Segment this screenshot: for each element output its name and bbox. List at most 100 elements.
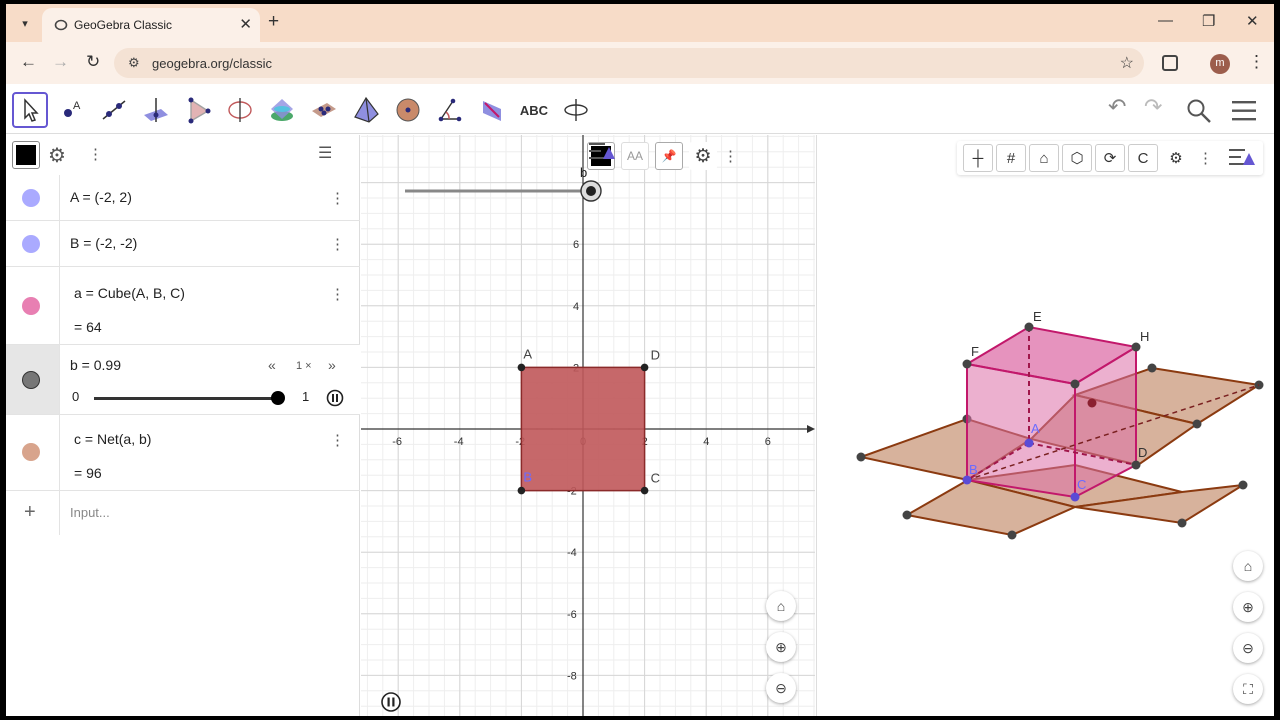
net-vertex [1007,530,1017,540]
perpendicular-tool-icon[interactable] [138,92,174,128]
settings-gear-icon[interactable]: ⚙ [48,143,66,168]
color-picker-button[interactable] [12,141,40,169]
reflect-plane-tool-icon[interactable] [474,92,510,128]
algebra-description-icon[interactable]: ☰ [318,143,332,163]
browser-menu-icon[interactable]: ⋮ [1248,52,1265,72]
window-close-icon[interactable]: ✕ [1246,12,1259,30]
slider-handle[interactable] [271,391,286,405]
clipping-icon[interactable]: C [1128,144,1158,172]
graphics-3d-view[interactable]: E F H A B C D ┼ # ⌂ ⬡ ⟳ C ⚙ ⋮ ⌂ ⊕ ⊖ ⛶ [816,135,1274,716]
tab-search-button[interactable]: ▾ [14,12,36,34]
row-menu-icon[interactable]: ⋮ [330,431,345,449]
cube-base-vertex [1024,438,1034,448]
algebra-row-cube[interactable]: a = Cube(A, B, C) = 64 ⋮ [6,267,360,345]
algebra-expression[interactable]: B = (-2, -2) [70,235,137,251]
close-tab-icon[interactable]: ✕ [239,15,252,33]
browser-tab[interactable]: GeoGebra Classic ✕ [42,8,260,42]
more-options-icon[interactable]: ⋮ [88,145,103,163]
zoom-out-icon[interactable]: ⊖ [1233,633,1263,663]
algebra-input[interactable]: Input... [70,505,110,520]
pause-animation-icon[interactable] [380,691,402,713]
redo-icon[interactable]: ↷ [1144,94,1162,120]
home-view-icon[interactable]: ⌂ [766,591,796,621]
forward-icon[interactable]: → [52,52,69,72]
pause-icon[interactable] [326,389,348,411]
extensions-icon[interactable] [1162,55,1178,71]
y-tick-label: -8 [567,670,577,682]
pin-icon[interactable]: 📌 [655,142,683,170]
row-menu-icon[interactable]: ⋮ [330,189,345,207]
minimize-icon[interactable]: — [1158,12,1173,29]
plane-tool-icon[interactable] [306,92,342,128]
zoom-in-icon[interactable]: ⊕ [1233,592,1263,622]
new-tab-icon[interactable]: + [268,11,279,33]
undo-icon[interactable]: ↶ [1108,94,1126,120]
grid-toggle-icon[interactable]: # [996,144,1026,172]
algebra-expression[interactable]: b = 0.99 [70,357,121,373]
algebra-row-A[interactable]: A = (-2, 2) ⋮ [6,175,360,221]
slow-down-icon[interactable]: « [268,357,276,373]
hamburger-menu-icon[interactable] [1231,100,1257,122]
intersect-surfaces-tool-icon[interactable] [264,92,300,128]
visibility-toggle[interactable] [22,235,40,253]
slider-min: 0 [72,389,80,404]
more-options-icon[interactable]: ⋮ [723,147,738,165]
angle-tool-icon[interactable] [432,92,468,128]
text-tool-icon[interactable]: ABC [516,92,552,128]
algebra-row-B[interactable]: B = (-2, -2) ⋮ [6,221,360,267]
fullscreen-icon[interactable]: ⛶ [1233,674,1263,704]
visibility-toggle[interactable] [22,443,40,461]
speed-up-icon[interactable]: » [328,357,336,373]
style-bar-toggle-icon[interactable] [587,141,617,163]
algebra-input-row[interactable]: + Input... [6,491,360,535]
url-field[interactable]: ⚙ geogebra.org/classic ☆ [114,48,1144,78]
algebra-expression[interactable]: A = (-2, 2) [70,189,132,205]
settings-gear-icon[interactable]: ⚙ [689,142,717,170]
restore-icon[interactable]: ❐ [1202,12,1215,30]
search-icon[interactable] [1186,98,1212,124]
zoom-in-icon[interactable]: ⊕ [766,632,796,662]
algebra-row-slider[interactable]: b = 0.99 « 1 × » 0 1 [6,345,360,415]
add-icon[interactable]: + [24,501,36,524]
algebra-expression[interactable]: a = Cube(A, B, C) [74,285,185,301]
bookmark-star-icon[interactable]: ☆ [1120,53,1134,73]
row-menu-icon[interactable]: ⋮ [330,285,345,303]
visibility-toggle[interactable] [22,297,40,315]
point-tool-icon[interactable]: A [54,92,90,128]
algebra-row-net[interactable]: c = Net(a, b) = 96 ⋮ [6,415,360,491]
graphics-view[interactable]: -6-4-20246642-2-4-6-8ABCDb AA 📌 ⚙ ⋮ ⌂ ⊕ … [361,135,815,716]
profile-avatar[interactable]: m [1210,54,1230,74]
more-options-icon[interactable]: ⋮ [1198,149,1213,167]
row-menu-icon[interactable]: ⋮ [330,235,345,253]
home-view-icon[interactable]: ⌂ [1233,551,1263,581]
visibility-toggle[interactable] [22,371,40,389]
algebra-expression[interactable]: c = Net(a, b) [74,431,151,447]
geogebra-logo-icon [54,19,68,31]
home-view-icon[interactable]: ⌂ [1029,144,1059,172]
point-label-3d: F [971,344,979,359]
graphics-3d-style-bar: ┼ # ⌂ ⬡ ⟳ C ⚙ ⋮ [957,141,1263,175]
pyramid-tool-icon[interactable] [348,92,384,128]
label-style-button[interactable]: AA [621,142,649,170]
point-B [517,486,526,495]
style-bar-toggle-icon[interactable] [1227,147,1257,169]
line-tool-icon[interactable] [96,92,132,128]
move-tool-icon[interactable] [12,92,48,128]
graphics-3d-canvas[interactable]: E F H A B C D [817,135,1274,716]
visibility-toggle[interactable] [22,189,40,207]
polygon-tool-icon[interactable] [180,92,216,128]
back-icon[interactable]: ← [20,52,37,72]
graphics-canvas[interactable]: -6-4-20246642-2-4-6-8ABCDb [361,135,815,716]
slider-track[interactable] [94,391,286,405]
rotate-view-icon[interactable]: ⟳ [1095,144,1125,172]
cube-view-icon[interactable]: ⬡ [1062,144,1092,172]
reload-icon[interactable]: ↻ [86,52,100,72]
site-info-icon[interactable]: ⚙ [128,55,140,71]
circle-axis-tool-icon[interactable] [222,92,258,128]
settings-gear-icon[interactable]: ⚙ [1161,144,1191,172]
rotate-view-tool-icon[interactable] [558,92,594,128]
animation-speed[interactable]: 1 × [296,360,312,372]
zoom-out-icon[interactable]: ⊖ [766,673,796,703]
axes-toggle-icon[interactable]: ┼ [963,144,993,172]
sphere-tool-icon[interactable] [390,92,426,128]
